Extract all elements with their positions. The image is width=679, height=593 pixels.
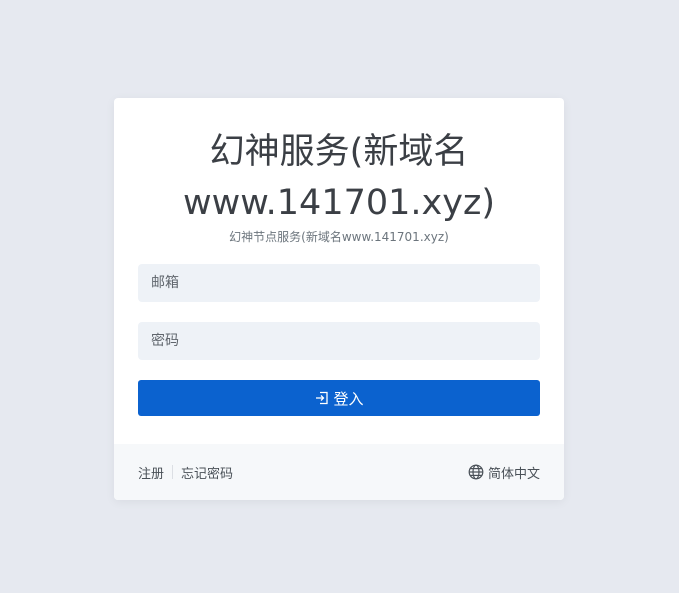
language-label: 简体中文	[487, 466, 540, 482]
password-field[interactable]	[138, 322, 540, 360]
language-selector[interactable]: 简体中文	[468, 463, 540, 482]
divider	[172, 465, 174, 479]
login-icon	[316, 391, 329, 405]
login-card: 幻神服务(新域名www.141701.xyz) 幻神节点服务(新域名www.14…	[114, 98, 564, 500]
card-footer: 注册 忘记密码 简体中文	[114, 444, 564, 500]
footer-links: 注册 忘记密码	[138, 463, 233, 482]
email-field[interactable]	[138, 264, 540, 302]
forgot-password-link[interactable]: 忘记密码	[181, 463, 233, 482]
login-button-label: 登入	[333, 389, 364, 408]
globe-icon	[468, 464, 484, 480]
page-title: 幻神服务(新域名www.141701.xyz)	[183, 132, 495, 223]
login-button[interactable]: 登入	[138, 380, 540, 416]
card-body: 幻神服务(新域名www.141701.xyz) 幻神节点服务(新域名www.14…	[114, 127, 564, 416]
register-link[interactable]: 注册	[138, 463, 164, 482]
page-subtitle: 幻神节点服务(新域名www.141701.xyz)	[229, 230, 449, 244]
